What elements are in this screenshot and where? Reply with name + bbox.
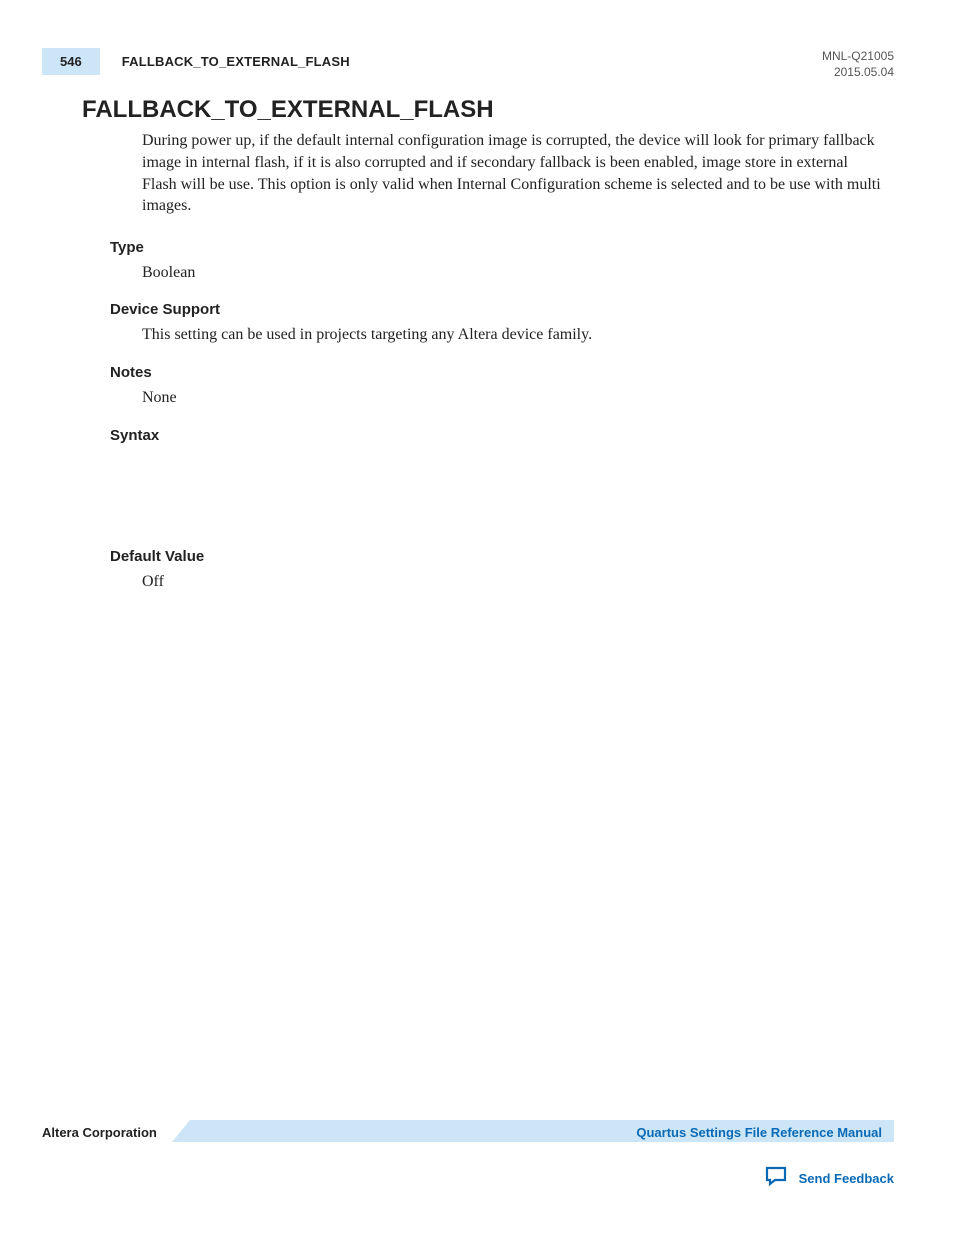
section-default-value: Default Value Off (110, 548, 894, 593)
section-syntax: Syntax (110, 427, 894, 530)
section-body-notes: None (142, 387, 894, 409)
header-right: MNL-Q21005 2015.05.04 (822, 48, 894, 80)
section-heading-type: Type (110, 239, 894, 256)
section-body-type: Boolean (142, 262, 894, 284)
footer-company: Altera Corporation (42, 1125, 157, 1140)
header-left: 546 FALLBACK_TO_EXTERNAL_FLASH (42, 48, 350, 75)
description-paragraph: During power up, if the default internal… (142, 130, 882, 216)
document-page: 546 FALLBACK_TO_EXTERNAL_FLASH MNL-Q2100… (0, 0, 954, 1235)
section-type: Type Boolean (110, 239, 894, 284)
header-section-title: FALLBACK_TO_EXTERNAL_FLASH (122, 54, 350, 69)
page-header: 546 FALLBACK_TO_EXTERNAL_FLASH MNL-Q2100… (42, 48, 894, 80)
section-heading-notes: Notes (110, 364, 894, 381)
page-footer: Altera Corporation Quartus Settings File… (42, 1118, 894, 1193)
section-device-support: Device Support This setting can be used … (110, 301, 894, 346)
page-title: FALLBACK_TO_EXTERNAL_FLASH (82, 96, 894, 124)
section-heading-syntax: Syntax (110, 427, 894, 444)
section-body-device-support: This setting can be used in projects tar… (142, 324, 894, 346)
section-body-default-value: Off (142, 571, 894, 593)
footer-feedback-row: Send Feedback (42, 1164, 894, 1193)
section-heading-default-value: Default Value (110, 548, 894, 565)
syntax-empty-block (110, 450, 894, 530)
section-heading-device-support: Device Support (110, 301, 894, 318)
doc-date: 2015.05.04 (822, 64, 894, 80)
page-number: 546 (42, 48, 100, 75)
send-feedback-link[interactable]: Send Feedback (799, 1171, 894, 1186)
section-notes: Notes None (110, 364, 894, 409)
footer-bar: Altera Corporation Quartus Settings File… (42, 1118, 894, 1146)
doc-id: MNL-Q21005 (822, 48, 894, 64)
footer-manual-link[interactable]: Quartus Settings File Reference Manual (636, 1125, 894, 1140)
comment-icon (763, 1164, 789, 1193)
